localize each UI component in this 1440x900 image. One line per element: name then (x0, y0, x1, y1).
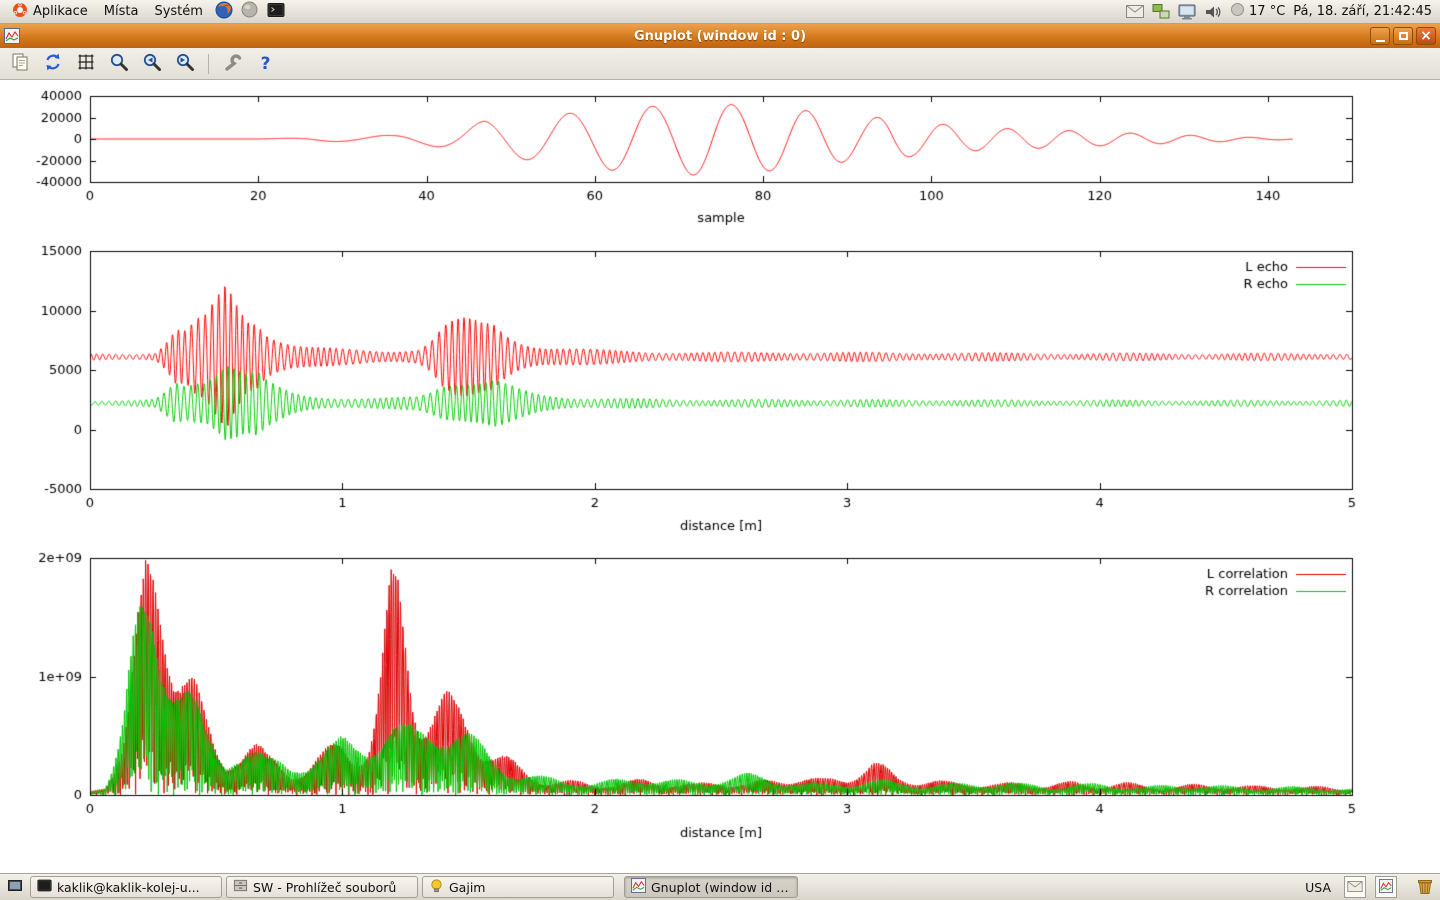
menu-system[interactable]: Systém (146, 0, 210, 24)
close-icon: × (1420, 29, 1432, 43)
weather-applet[interactable]: 17 °C (1230, 2, 1285, 21)
minimize-button[interactable] (1370, 27, 1390, 45)
gnuplot-icon (631, 878, 646, 896)
menu-applications-label: Aplikace (33, 4, 88, 19)
window-titlebar[interactable]: Gnuplot (window id : 0) × (0, 24, 1440, 48)
grid-button[interactable] (72, 51, 99, 77)
gajim-icon (429, 878, 444, 896)
weather-temperature: 17 °C (1249, 4, 1285, 19)
taskbar-item-gajim[interactable]: Gajim (422, 876, 614, 898)
replot-button[interactable] (39, 51, 66, 77)
trash-icon (1416, 877, 1434, 898)
taskbar-item-file-manager[interactable]: SW - Prohlížeč souborů (226, 876, 418, 898)
show-desktop-button[interactable] (4, 876, 26, 898)
gnuplot-toolbar: ? (0, 48, 1440, 80)
zoom-autoscale-button[interactable] (105, 51, 132, 77)
taskbar-item-label: Gnuplot (window id : 0) (651, 880, 791, 895)
help-button[interactable]: ? (252, 51, 279, 77)
weather-icon (1230, 2, 1245, 21)
display-icon[interactable] (1178, 4, 1196, 20)
zoom-next-icon (174, 51, 196, 77)
menu-places-label: Místa (104, 4, 139, 19)
taskbar-item-label: kaklik@kaklik-kolej-u... (57, 880, 200, 895)
ubuntu-logo-icon (12, 2, 28, 22)
help-icon: ? (261, 54, 271, 74)
maximize-button[interactable] (1393, 27, 1413, 45)
toolbar-separator (208, 54, 209, 74)
globe-icon (241, 1, 258, 22)
window-title: Gnuplot (window id : 0) (0, 29, 1440, 44)
file-manager-icon (233, 878, 248, 896)
config-icon (222, 51, 244, 77)
zoom-autoscale-icon (108, 51, 130, 77)
network-icon[interactable] (1152, 3, 1170, 20)
menu-system-label: Systém (154, 4, 202, 19)
zoom-previous-icon (141, 51, 163, 77)
terminal-icon (37, 878, 52, 896)
bottom-panel-tray: USA (1301, 876, 1436, 898)
copy-button[interactable] (6, 51, 33, 77)
volume-icon[interactable] (1204, 4, 1222, 20)
window-buttons: × (1370, 27, 1436, 45)
mail-icon[interactable] (1126, 5, 1144, 18)
copy-icon (9, 51, 31, 77)
launcher-firefox[interactable] (211, 0, 237, 24)
replot-icon (42, 51, 64, 77)
desktop: Aplikace Místa Systém (0, 0, 1440, 900)
window-icon[interactable] (4, 28, 20, 44)
show-desktop-icon (7, 878, 23, 897)
launcher-globe[interactable] (237, 0, 263, 24)
minimize-icon (1376, 40, 1385, 42)
chart-tray-button[interactable] (1375, 876, 1397, 898)
keyboard-layout-indicator[interactable]: USA (1301, 880, 1335, 895)
zoom-next-button[interactable] (171, 51, 198, 77)
top-panel: Aplikace Místa Systém (0, 0, 1440, 24)
top-panel-tray: 17 °C Pá, 18. září, 21:42:45 (1126, 2, 1436, 21)
firefox-icon (215, 1, 233, 23)
maximize-icon (1399, 32, 1408, 40)
taskbar-item-gnuplot[interactable]: Gnuplot (window id : 0) (624, 876, 798, 898)
mail-tray-button[interactable] (1344, 876, 1366, 898)
taskbar-item-label: SW - Prohlížeč souborů (253, 880, 396, 895)
config-button[interactable] (219, 51, 246, 77)
menu-places[interactable]: Místa (96, 0, 147, 24)
chart-tray-icon (1379, 879, 1393, 896)
bottom-panel: kaklik@kaklik-kolej-u... SW - Prohlížeč … (0, 873, 1440, 900)
trash-button[interactable] (1416, 877, 1434, 898)
close-button[interactable]: × (1416, 27, 1436, 45)
launcher-terminal[interactable] (263, 0, 289, 24)
grid-icon (75, 51, 97, 77)
menu-applications[interactable]: Aplikace (4, 0, 96, 24)
plot-area (0, 80, 1440, 873)
clock-applet[interactable]: Pá, 18. září, 21:42:45 (1293, 4, 1432, 19)
mail-icon (1347, 880, 1363, 895)
terminal-icon (267, 1, 285, 23)
zoom-previous-button[interactable] (138, 51, 165, 77)
taskbar-item-terminal[interactable]: kaklik@kaklik-kolej-u... (30, 876, 222, 898)
plot-canvas[interactable] (0, 80, 1440, 873)
taskbar-item-label: Gajim (449, 880, 485, 895)
